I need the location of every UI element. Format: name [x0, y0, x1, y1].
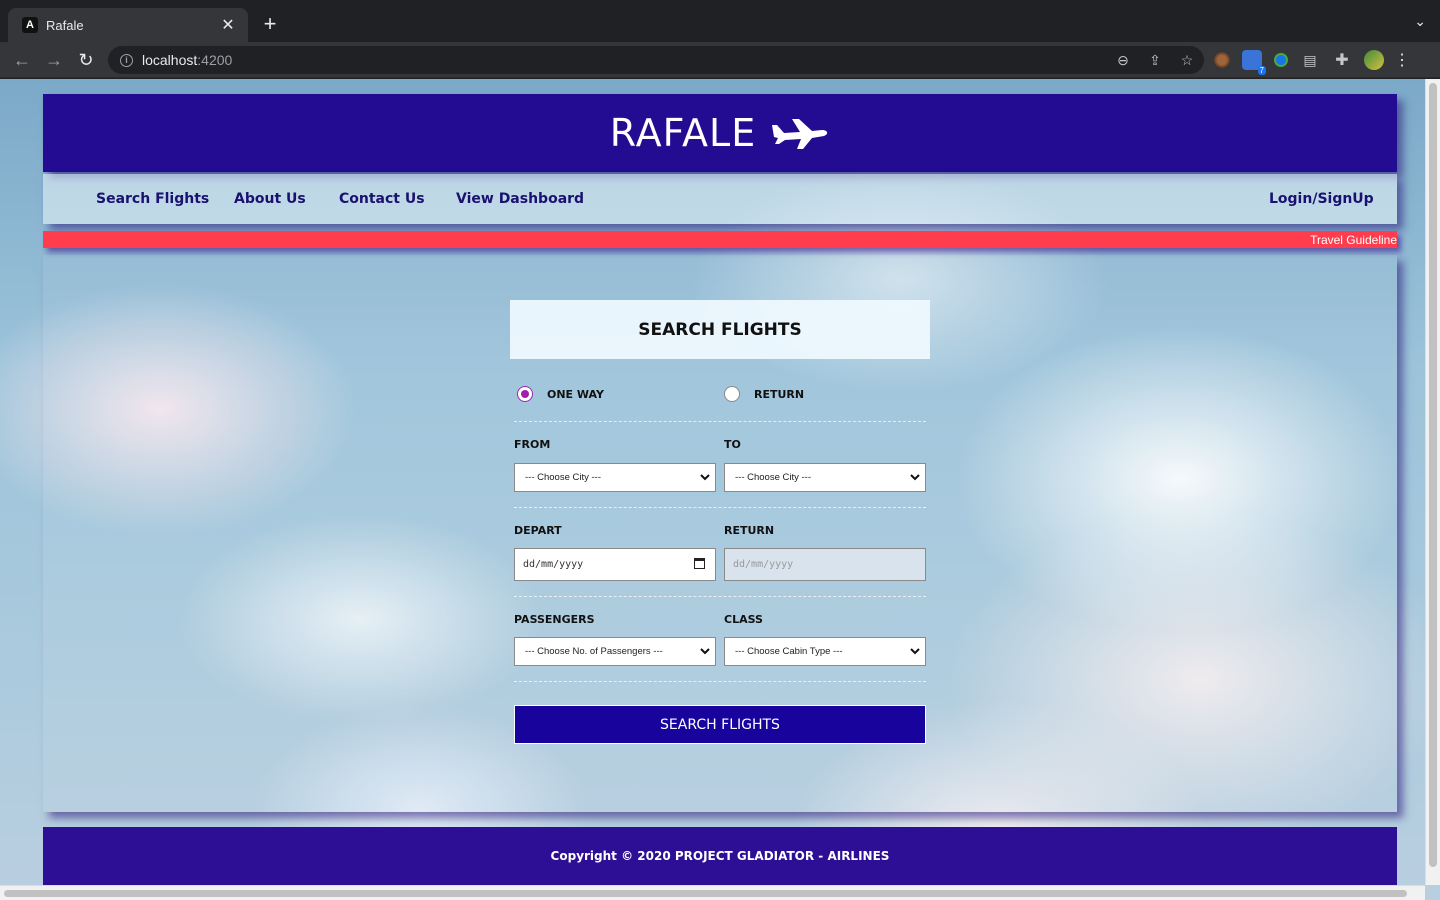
- site-header: RAFALE: [43, 94, 1397, 172]
- calendar-icon[interactable]: [694, 558, 705, 569]
- vertical-scrollbar[interactable]: [1425, 79, 1440, 885]
- blue-circle-extension-icon[interactable]: [1274, 53, 1288, 67]
- address-bar[interactable]: i localhost:4200 ⊖ ⇪ ☆: [108, 46, 1204, 74]
- divider: [514, 596, 926, 597]
- cookie-extension-icon[interactable]: [1214, 52, 1230, 68]
- depart-date-placeholder: dd/mm/yyyy: [523, 559, 584, 570]
- main-navbar: Search Flights About Us Contact Us View …: [43, 174, 1397, 224]
- depart-label: DEPART: [514, 524, 562, 537]
- zoom-icon[interactable]: ⊖: [1114, 52, 1132, 69]
- return-option[interactable]: RETURN: [724, 386, 804, 402]
- to-city-select[interactable]: --- Choose City ---: [724, 463, 926, 492]
- nav-about-us[interactable]: About Us: [234, 191, 306, 207]
- reload-icon[interactable]: ↻: [73, 47, 99, 73]
- angular-favicon-icon: A: [22, 17, 38, 33]
- profile-avatar-icon[interactable]: [1364, 50, 1384, 70]
- return-date-label: RETURN: [724, 524, 775, 537]
- from-label: FROM: [514, 438, 551, 451]
- return-date-input: dd/mm/yyyy: [724, 548, 926, 581]
- new-tab-button[interactable]: +: [258, 11, 282, 37]
- nav-view-dashboard[interactable]: View Dashboard: [456, 191, 584, 207]
- class-label: CLASS: [724, 613, 763, 626]
- site-info-icon[interactable]: i: [120, 53, 133, 67]
- from-city-select[interactable]: --- Choose City ---: [514, 463, 716, 492]
- site-footer: Copyright © 2020 PROJECT GLADIATOR - AIR…: [43, 827, 1397, 885]
- chevron-down-icon: [910, 648, 920, 655]
- bookmark-star-icon[interactable]: ☆: [1178, 52, 1196, 69]
- form-title-box: SEARCH FLIGHTS: [510, 300, 930, 359]
- return-date-placeholder: dd/mm/yyyy: [733, 559, 794, 570]
- chevron-down-icon: [700, 474, 710, 481]
- vertical-scrollbar-thumb[interactable]: [1429, 83, 1437, 867]
- chevron-down-icon: [910, 474, 920, 481]
- chevron-down-icon: [700, 648, 710, 655]
- passengers-select[interactable]: --- Choose No. of Passengers ---: [514, 637, 716, 666]
- logo-text: RAFALE: [609, 111, 757, 155]
- tab-title: Rafale: [46, 17, 84, 33]
- to-city-value: --- Choose City ---: [735, 472, 812, 483]
- extension-badge-count: 7: [1257, 66, 1266, 75]
- url-port: :4200: [197, 52, 233, 68]
- forward-arrow-icon[interactable]: →: [41, 47, 67, 73]
- extension-badge-icon[interactable]: 7: [1242, 50, 1266, 75]
- close-tab-icon[interactable]: ✕: [218, 15, 238, 35]
- horizontal-scrollbar-thumb[interactable]: [4, 890, 1407, 897]
- divider: [514, 681, 926, 682]
- horizontal-scrollbar[interactable]: [0, 885, 1425, 900]
- passengers-value: --- Choose No. of Passengers ---: [525, 646, 663, 657]
- nav-login-signup[interactable]: Login/SignUp: [1269, 191, 1374, 207]
- cabin-class-value: --- Choose Cabin Type ---: [735, 646, 843, 657]
- passengers-label: PASSENGERS: [514, 613, 595, 626]
- ticker-text[interactable]: Travel Guideline: [1310, 233, 1397, 247]
- one-way-radio[interactable]: [517, 386, 533, 402]
- travel-guideline-ticker[interactable]: Travel Guideline: [43, 231, 1397, 248]
- from-city-value: --- Choose City ---: [525, 472, 602, 483]
- one-way-label: ONE WAY: [547, 387, 604, 401]
- browser-tab-bar: A Rafale ✕ + ⌄: [0, 0, 1440, 42]
- browser-toolbar: ← → ↻ i localhost:4200 ⊖ ⇪ ☆ 7 ▤ ✚ ⋮: [0, 42, 1440, 78]
- return-trip-label: RETURN: [754, 387, 805, 401]
- puzzle-extensions-icon[interactable]: ✚: [1332, 50, 1352, 70]
- cabin-class-select[interactable]: --- Choose Cabin Type ---: [724, 637, 926, 666]
- form-title: SEARCH FLIGHTS: [638, 319, 802, 340]
- nav-search-flights[interactable]: Search Flights: [96, 191, 209, 207]
- copyright-text: Copyright © 2020 PROJECT GLADIATOR - AIR…: [550, 849, 890, 863]
- browser-tab[interactable]: A Rafale ✕: [8, 8, 248, 42]
- one-way-option[interactable]: ONE WAY: [517, 386, 604, 402]
- to-label: TO: [724, 438, 741, 451]
- page-viewport: RAFALE Search Flights About Us Contact U…: [0, 79, 1440, 900]
- return-radio[interactable]: [724, 386, 740, 402]
- depart-date-input[interactable]: dd/mm/yyyy: [514, 548, 716, 581]
- divider: [514, 421, 926, 422]
- clipboard-extension-icon[interactable]: ▤: [1300, 50, 1320, 70]
- tab-search-chevron-icon[interactable]: ⌄: [1414, 13, 1426, 30]
- search-flights-button[interactable]: SEARCH FLIGHTS: [514, 705, 926, 744]
- kebab-menu-icon[interactable]: ⋮: [1394, 50, 1410, 70]
- url-host: localhost: [142, 52, 198, 68]
- back-arrow-icon[interactable]: ←: [9, 47, 35, 73]
- airplane-icon: [772, 119, 828, 149]
- nav-contact-us[interactable]: Contact Us: [339, 191, 425, 207]
- share-icon[interactable]: ⇪: [1146, 52, 1164, 69]
- divider: [514, 507, 926, 508]
